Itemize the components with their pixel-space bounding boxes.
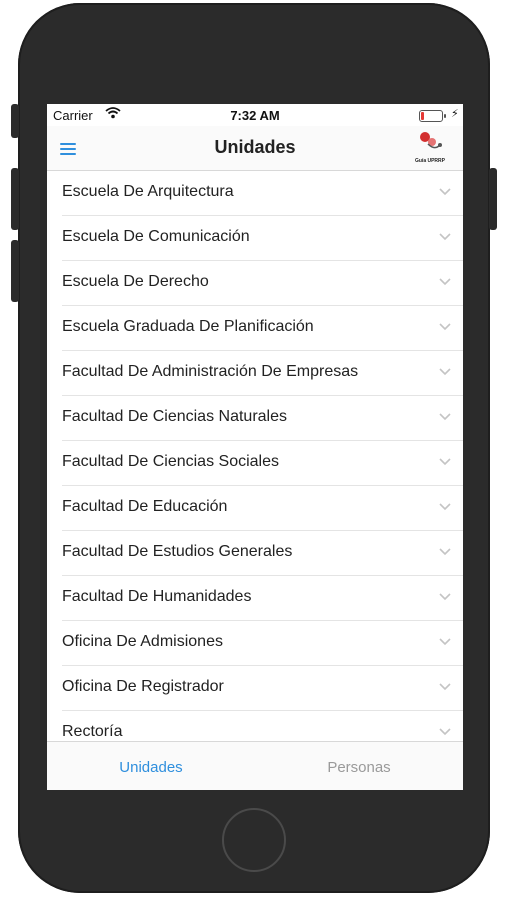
list-item[interactable]: Facultad De Ciencias Sociales (62, 441, 463, 486)
list-item-label: Oficina De Registrador (62, 678, 224, 695)
chevron-down-icon (439, 638, 451, 646)
list-item[interactable]: Facultad De Educación (62, 486, 463, 531)
volume-up-button (11, 168, 19, 230)
chevron-down-icon (439, 548, 451, 556)
list-item-label: Facultad De Humanidades (62, 588, 252, 605)
list-item-label: Escuela De Derecho (62, 273, 209, 290)
chevron-down-icon (439, 728, 451, 736)
units-list: Escuela De Arquitectura Escuela De Comuni… (47, 171, 463, 741)
tab-unidades[interactable]: Unidades (47, 759, 255, 776)
chevron-down-icon (439, 233, 451, 241)
charging-bolt-icon: ⚡ (451, 108, 459, 120)
list-item[interactable]: Escuela De Derecho (62, 261, 463, 306)
list-item-label: Facultad De Educación (62, 498, 228, 515)
chevron-down-icon (439, 458, 451, 466)
list-item-label: Escuela Graduada De Planificación (62, 318, 314, 335)
list-item-label: Facultad De Ciencias Naturales (62, 408, 287, 425)
chevron-down-icon (439, 593, 451, 601)
chevron-down-icon (439, 188, 451, 196)
tab-bar: Unidades Personas (47, 741, 463, 790)
chevron-down-icon (439, 503, 451, 511)
app-screen: Carrier 7:32 AM ⚡ Unidades Guía UPRRP Es… (47, 104, 463, 790)
home-button[interactable] (222, 808, 286, 872)
battery-icon (419, 110, 446, 122)
mute-switch (11, 104, 19, 138)
status-bar: Carrier 7:32 AM ⚡ (47, 104, 463, 126)
page-title: Unidades (214, 137, 296, 157)
list-item-label: Escuela De Arquitectura (62, 183, 234, 200)
list-item[interactable]: Oficina De Admisiones (62, 621, 463, 666)
list-item[interactable]: Oficina De Registrador (62, 666, 463, 711)
chevron-down-icon (439, 413, 451, 421)
list-item-label: Facultad De Estudios Generales (62, 543, 293, 560)
chevron-down-icon (439, 323, 451, 331)
list-item-label: Escuela De Comunicación (62, 228, 250, 245)
list-item-label: Facultad De Administración De Empresas (62, 363, 359, 380)
logo-icon (420, 132, 442, 149)
list-item-label: Rectoría (62, 723, 123, 740)
chevron-down-icon (439, 368, 451, 376)
logo-text: Guía UPRRP (414, 158, 445, 164)
navigation-bar: Unidades Guía UPRRP (47, 126, 463, 171)
list-item[interactable]: Facultad De Administración De Empresas (62, 351, 463, 396)
status-time: 7:32 AM (230, 108, 280, 123)
list-item-label: Oficina De Admisiones (62, 633, 223, 650)
tab-personas[interactable]: Personas (255, 759, 463, 776)
chevron-down-icon (439, 278, 451, 286)
list-item[interactable]: Facultad De Ciencias Naturales (62, 396, 463, 441)
list-item[interactable]: Escuela De Comunicación (62, 216, 463, 261)
list-item-label: Facultad De Ciencias Sociales (62, 453, 279, 470)
app-logo[interactable]: Guía UPRRP (408, 128, 452, 166)
list-item[interactable]: Escuela De Arquitectura (62, 171, 463, 216)
power-button (489, 168, 497, 230)
list-item[interactable]: Escuela Graduada De Planificación (62, 306, 463, 351)
list-item[interactable]: Facultad De Humanidades (62, 576, 463, 621)
volume-down-button (11, 240, 19, 302)
chevron-down-icon (439, 683, 451, 691)
list-item[interactable]: Facultad De Estudios Generales (62, 531, 463, 576)
list-item[interactable]: Rectoría (62, 711, 463, 741)
